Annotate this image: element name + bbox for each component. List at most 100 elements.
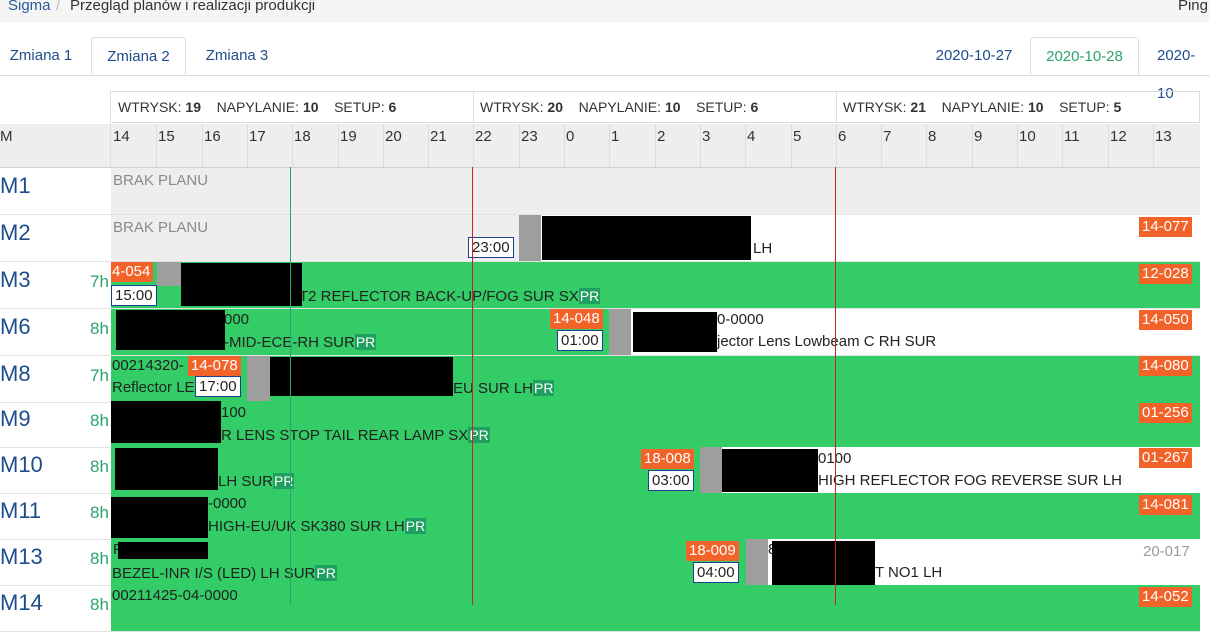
machine-row-m14: M14 8h 00211425-04-0000 14-052 — [0, 585, 1200, 632]
hour-tick — [292, 124, 293, 167]
order-tag[interactable]: 14-048 — [550, 309, 603, 329]
machine-name[interactable]: M14 — [0, 585, 43, 621]
tab-shift-2[interactable]: Zmiana 2 — [91, 37, 186, 75]
machine-row-m1: M1 BRAK PLANU — [0, 168, 1200, 215]
order-text: T2 REFLECTOR BACK-UP/FOG SUR SXPR — [299, 288, 601, 305]
hour-label: 21 — [430, 128, 447, 145]
setup-block[interactable] — [519, 215, 541, 261]
machine-lane[interactable]: 000 -MID-ECE-RH SURPR 14-048 01:00 0-000… — [111, 309, 1200, 355]
shift-boundary-line — [472, 167, 473, 605]
setup-block[interactable] — [746, 539, 768, 585]
shift-divider — [836, 92, 837, 122]
tab-shift-1[interactable]: Zmiana 1 — [0, 37, 82, 75]
hour-tick — [202, 124, 203, 167]
machine-name[interactable]: M1 — [0, 168, 31, 204]
next-order-tag[interactable]: 14-080 — [1139, 356, 1192, 376]
hour-tick — [156, 124, 157, 167]
hour-label: 20 — [385, 128, 402, 145]
user-menu[interactable]: Ping — [1178, 0, 1208, 15]
order-text: BEZEL-INR I/S (LED) LH SURPR — [112, 565, 337, 582]
order-text: -0000 — [208, 495, 247, 512]
shift-summary-2: WTRYSK: 20 NAPYLANIE: 10 SETUP: 6 — [480, 99, 759, 115]
machine-hours: 8h — [90, 319, 109, 338]
machine-lane[interactable]: LH SURPR 18-008 03:00 0100 HIGH REFLECTO… — [111, 447, 1200, 493]
setup-block[interactable] — [157, 262, 181, 286]
next-order-tag[interactable]: 14-050 — [1139, 310, 1192, 330]
hour-tick — [1017, 124, 1018, 167]
machine-name[interactable]: M9 — [0, 401, 31, 437]
machine-name[interactable]: M3 — [0, 262, 31, 298]
hour-label: 2 — [657, 128, 666, 145]
machine-lane[interactable]: F BEZEL-INR I/S (LED) LH SURPR 18-009 04… — [111, 539, 1200, 585]
machine-lane: BRAK PLANU — [111, 168, 1200, 214]
hour-label: 18 — [294, 128, 311, 145]
hour-label: 14 — [113, 128, 130, 145]
hour-label: 15 — [158, 128, 175, 145]
hour-tick — [338, 124, 339, 167]
order-text: jector Lens Lowbeam C RH SUR — [717, 333, 937, 350]
hour-label: 19 — [340, 128, 357, 145]
order-text: R LENS STOP TAIL REAR LAMP SXPR — [221, 427, 490, 444]
hour-label: 4 — [747, 128, 756, 145]
order-text: T NO1 LH — [875, 564, 943, 581]
machine-hours: 8h — [90, 457, 109, 476]
order-tag[interactable]: 18-009 — [686, 541, 739, 561]
redacted-area — [270, 357, 453, 396]
pr-badge: PR — [315, 565, 337, 581]
hour-header: M 14 15 16 17 18 19 20 21 22 23 0 1 2 3 4 5 6 7 8 9 10 11 12 13 — [0, 124, 1200, 168]
machine-lane[interactable]: -0000 HIGH-EU/UK SK380 SUR LHPR 14-081 — [111, 493, 1200, 539]
next-order-tag[interactable]: 12-028 — [1139, 264, 1192, 284]
setup-block[interactable] — [609, 309, 631, 355]
machine-lane[interactable]: 00211425-04-0000 14-052 — [111, 585, 1200, 631]
machine-lane[interactable]: 00214320- Reflector LE 14-078 17:00 EU S… — [111, 356, 1200, 402]
tab-date-2020-10-27[interactable]: 2020-10-27 — [922, 37, 1026, 75]
order-text: HIGH REFLECTOR FOG REVERSE SUR LH — [818, 472, 1122, 489]
machine-name[interactable]: M13 — [0, 539, 43, 575]
next-order-tag[interactable]: 14-081 — [1139, 495, 1192, 515]
machine-name[interactable]: M8 — [0, 356, 31, 392]
order-tag[interactable]: 18-008 — [641, 449, 694, 469]
next-order-tag[interactable]: 01-256 — [1139, 403, 1192, 423]
machine-hours: 7h — [90, 366, 109, 385]
tab-bar: Zmiana 1 Zmiana 2 Zmiana 3 2020-10-27 20… — [0, 37, 1210, 102]
hour-tick — [247, 124, 248, 167]
redacted-area — [542, 216, 751, 260]
order-text: 00211425-04-0000 — [112, 587, 238, 604]
pr-badge: PR — [273, 473, 295, 489]
start-time-badge: 15:00 — [111, 285, 157, 306]
shift-summary-1: WTRYSK: 19 NAPYLANIE: 10 SETUP: 6 — [118, 99, 397, 115]
machine-name[interactable]: M6 — [0, 309, 31, 345]
machine-name[interactable]: M11 — [0, 493, 41, 529]
order-text: HIGH-EU/UK SK380 SUR LHPR — [208, 518, 427, 535]
setup-block[interactable] — [247, 356, 270, 402]
order-tag[interactable]: 14-078 — [188, 356, 241, 376]
next-order-tag[interactable]: 20-017 — [1143, 542, 1190, 562]
tab-date-next[interactable]: 2020-10 — [1146, 37, 1210, 102]
machine-lane[interactable]: 4-054 15:00 T2 REFLECTOR BACK-UP/FOG SUR… — [111, 262, 1200, 308]
hour-label: 16 — [204, 128, 221, 145]
machine-lane[interactable]: 100 R LENS STOP TAIL REAR LAMP SXPR 01-2… — [111, 401, 1200, 447]
next-order-tag[interactable]: 14-052 — [1139, 587, 1192, 607]
machine-name[interactable]: M10 — [0, 447, 43, 483]
start-time-badge: 03:00 — [648, 470, 694, 491]
machine-hours: 8h — [90, 549, 109, 568]
hour-label: 11 — [1064, 128, 1080, 145]
start-time-badge: 04:00 — [693, 562, 739, 583]
order-text: LH — [753, 240, 773, 257]
top-bar: Sigma / Przegląd planów i realizacji pro… — [0, 0, 1210, 22]
redacted-area — [118, 542, 208, 559]
next-order-tag[interactable]: 01-267 — [1139, 448, 1192, 468]
machine-name[interactable]: M2 — [0, 215, 31, 251]
order-tag[interactable]: 4-054 — [111, 262, 154, 282]
tab-shift-3[interactable]: Zmiana 3 — [192, 37, 282, 75]
breadcrumb-home-link[interactable]: Sigma — [8, 0, 51, 15]
hour-tick — [926, 124, 927, 167]
next-order-tag[interactable]: 14-077 — [1139, 217, 1192, 237]
shift-divider — [473, 92, 474, 122]
tab-date-2020-10-28[interactable]: 2020-10-28 — [1030, 37, 1139, 75]
redacted-area — [181, 263, 302, 306]
hour-tick — [110, 124, 111, 167]
order-text: 00214320- — [112, 357, 184, 374]
hour-label: 23 — [521, 128, 538, 145]
setup-block[interactable] — [700, 447, 722, 493]
